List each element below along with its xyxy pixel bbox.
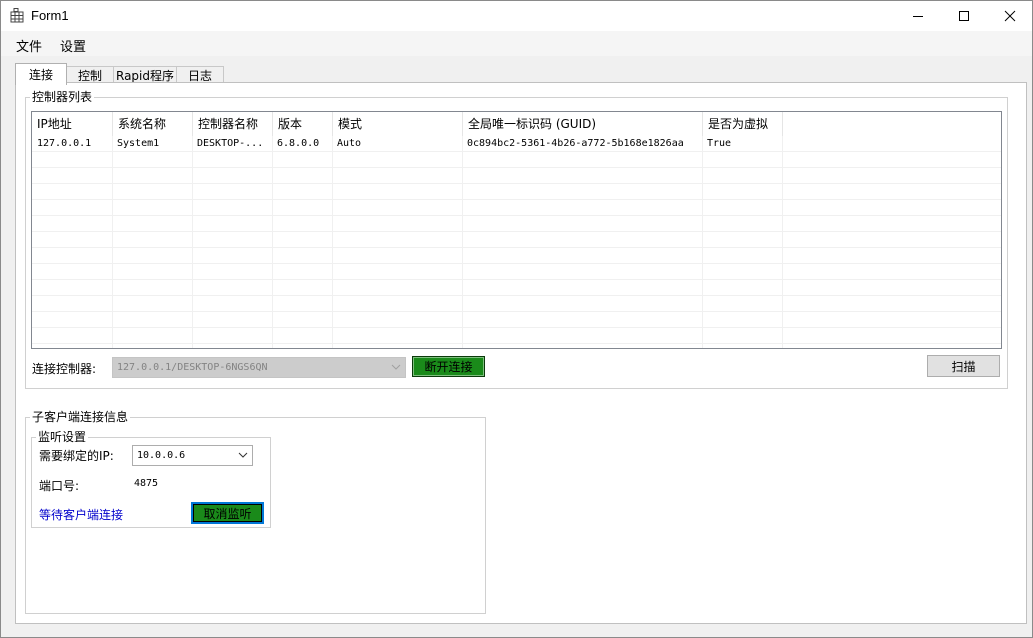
empty-row <box>32 216 1001 232</box>
cell-controller: DESKTOP-... <box>197 138 264 149</box>
cell-ip: 127.0.0.1 <box>37 138 92 149</box>
disconnect-button[interactable]: 断开连接 <box>412 356 485 377</box>
bind-ip-value: 10.0.0.6 <box>137 450 186 461</box>
title-bar: Form1 <box>1 1 1032 31</box>
empty-row <box>32 184 1001 200</box>
menu-bar: 文件 设置 <box>1 31 1032 56</box>
column-header-system[interactable]: 系统名称 <box>113 112 193 136</box>
scan-button-label: 扫描 <box>951 359 976 374</box>
maximize-icon <box>959 11 969 21</box>
close-icon <box>1004 10 1016 22</box>
client-info-group: 子客户端连接信息 监听设置 需要绑定的IP: 10.0.0.6 端口号: 487… <box>25 410 486 614</box>
cell-mode: Auto <box>337 138 362 149</box>
client-status-text: 等待客户端连接 <box>39 508 124 522</box>
column-header-virtual[interactable]: 是否为虚拟 <box>703 112 783 136</box>
tab-connect-label: 连接 <box>28 68 53 82</box>
listen-settings-group: 监听设置 需要绑定的IP: 10.0.0.6 端口号: 4875 等待客户端连接… <box>31 430 271 528</box>
controller-list-group: 控制器列表 IP地址 系统名称 控制器名称 版本 模式 全局唯一标识码 (GUI… <box>25 90 1008 389</box>
empty-row <box>32 248 1001 264</box>
scan-button[interactable]: 扫描 <box>927 355 1000 377</box>
chevron-down-icon <box>391 364 401 370</box>
controller-listview[interactable]: IP地址 系统名称 控制器名称 版本 模式 全局唯一标识码 (GUID) 是否为… <box>31 111 1002 349</box>
connect-controller-label: 连接控制器: <box>32 362 97 376</box>
cancel-listen-button-label: 取消监听 <box>203 506 252 521</box>
empty-row <box>32 168 1001 184</box>
cancel-listen-button[interactable]: 取消监听 <box>191 502 264 524</box>
column-header-controller[interactable]: 控制器名称 <box>193 112 273 136</box>
menu-file[interactable]: 文件 <box>16 36 42 55</box>
column-header-version[interactable]: 版本 <box>273 112 333 136</box>
cell-system: System1 <box>117 138 160 149</box>
cell-guid: 0c894bc2-5361-4b26-a772-5b168e1826aa <box>467 138 684 149</box>
disconnect-button-label: 断开连接 <box>424 360 473 374</box>
port-value: 4875 <box>134 478 159 489</box>
empty-row <box>32 328 1001 344</box>
column-header-mode[interactable]: 模式 <box>333 112 463 136</box>
cell-virtual: True <box>707 138 732 149</box>
column-header-guid[interactable]: 全局唯一标识码 (GUID) <box>463 112 703 136</box>
minimize-button[interactable] <box>895 1 941 31</box>
listview-header: IP地址 系统名称 控制器名称 版本 模式 全局唯一标识码 (GUID) 是否为… <box>32 112 1001 136</box>
empty-row <box>32 264 1001 280</box>
bind-ip-label: 需要绑定的IP: <box>39 449 114 463</box>
cell-version: 6.8.0.0 <box>277 138 320 149</box>
controller-list-title: 控制器列表 <box>30 90 95 104</box>
chevron-down-icon <box>238 452 248 458</box>
empty-row <box>32 312 1001 328</box>
table-row[interactable]: 127.0.0.1 System1 DESKTOP-... 6.8.0.0 Au… <box>32 136 1001 152</box>
empty-row <box>32 280 1001 296</box>
empty-row <box>32 232 1001 248</box>
tab-connect[interactable]: 连接 <box>15 63 67 85</box>
tab-page-connect: 控制器列表 IP地址 系统名称 控制器名称 版本 模式 全局唯一标识码 (GUI… <box>15 82 1027 624</box>
controller-select[interactable]: 127.0.0.1/DESKTOP-6NGS6QN <box>112 357 406 378</box>
column-header-ip[interactable]: IP地址 <box>32 112 113 136</box>
menu-settings[interactable]: 设置 <box>60 36 86 55</box>
listen-settings-title: 监听设置 <box>36 430 89 444</box>
close-button[interactable] <box>987 1 1033 31</box>
maximize-button[interactable] <box>941 1 987 31</box>
grid-app-icon <box>10 8 24 23</box>
empty-row <box>32 152 1001 168</box>
window-title: Form1 <box>31 8 69 23</box>
empty-row <box>32 296 1001 312</box>
client-info-title: 子客户端连接信息 <box>30 410 131 424</box>
bind-ip-select[interactable]: 10.0.0.6 <box>132 445 253 466</box>
main-window: Form1 文件 设置 连接 控制 Rapid程序 日志 控制器列表 IP地址 … <box>0 0 1033 638</box>
minimize-icon <box>913 16 923 17</box>
empty-row <box>32 200 1001 216</box>
port-label: 端口号: <box>39 479 80 493</box>
controller-select-value: 127.0.0.1/DESKTOP-6NGS6QN <box>117 362 268 373</box>
